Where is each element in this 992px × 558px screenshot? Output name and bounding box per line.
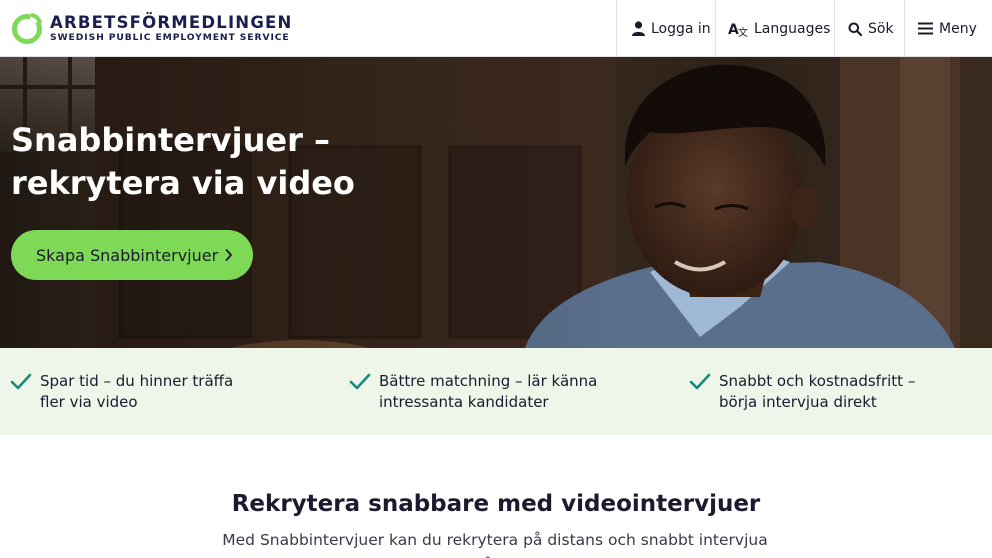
benefit-item: Bättre matchning – lär känna intressanta… xyxy=(349,371,619,413)
svg-text:文: 文 xyxy=(738,26,748,37)
logo-name: ARBETSFÖRMEDLINGEN xyxy=(50,12,293,32)
languages-button[interactable]: A文 Languages xyxy=(715,0,834,57)
benefit-text-line2: börja intervjua direkt xyxy=(719,393,877,411)
logo[interactable]: ARBETSFÖRMEDLINGEN SWEDISH PUBLIC EMPLOY… xyxy=(11,11,293,45)
benefit-text-line1: Bättre matchning – lär känna xyxy=(379,372,598,390)
menu-label: Meny xyxy=(939,20,977,37)
translate-icon: A文 xyxy=(728,21,748,37)
benefits-strip: Spar tid – du hinner träffa fler via vid… xyxy=(0,348,992,435)
logo-icon xyxy=(11,12,43,44)
cta-label: Skapa Snabbintervjuer xyxy=(36,245,219,265)
benefit-item: Snabbt och kostnadsfritt – börja intervj… xyxy=(689,371,939,413)
checkmark-icon xyxy=(10,372,32,392)
chevron-right-icon xyxy=(225,247,233,266)
hero-title: Snabbintervjuer – rekrytera via video xyxy=(11,119,431,205)
hero-title-line2: rekrytera via video xyxy=(11,164,355,202)
user-icon xyxy=(632,21,645,36)
hero-banner: Snabbintervjuer – rekrytera via video Sk… xyxy=(0,57,992,348)
checkmark-icon xyxy=(689,372,711,392)
search-button[interactable]: Sök xyxy=(834,0,904,57)
checkmark-icon xyxy=(349,372,371,392)
search-icon xyxy=(848,22,862,36)
menu-button[interactable]: Meny xyxy=(904,0,992,57)
hero-title-line1: Snabbintervjuer – xyxy=(11,121,330,159)
benefit-text-line1: Snabbt och kostnadsfritt – xyxy=(719,372,916,390)
login-button[interactable]: Logga in xyxy=(616,0,715,57)
search-label: Sök xyxy=(868,20,894,37)
login-label: Logga in xyxy=(651,20,711,37)
site-header: ARBETSFÖRMEDLINGEN SWEDISH PUBLIC EMPLOY… xyxy=(0,0,992,57)
languages-label: Languages xyxy=(754,20,831,37)
create-snabbintervjuer-button[interactable]: Skapa Snabbintervjuer xyxy=(11,230,253,280)
section-intro-text: Med Snabbintervjuer kan du rekrytera på … xyxy=(222,531,768,558)
benefit-text-line2: fler via video xyxy=(40,393,138,411)
section-title: Rekrytera snabbare med videointervjuer xyxy=(231,491,761,517)
benefit-text-line2: intressanta kandidater xyxy=(379,393,549,411)
logo-subtitle: SWEDISH PUBLIC EMPLOYMENT SERVICE xyxy=(50,31,290,43)
benefit-item: Spar tid – du hinner träffa fler via vid… xyxy=(10,371,250,413)
benefit-text-line1: Spar tid – du hinner träffa xyxy=(40,372,234,390)
hamburger-icon xyxy=(918,22,933,35)
top-nav: Logga in A文 Languages Sök Meny xyxy=(616,0,992,57)
